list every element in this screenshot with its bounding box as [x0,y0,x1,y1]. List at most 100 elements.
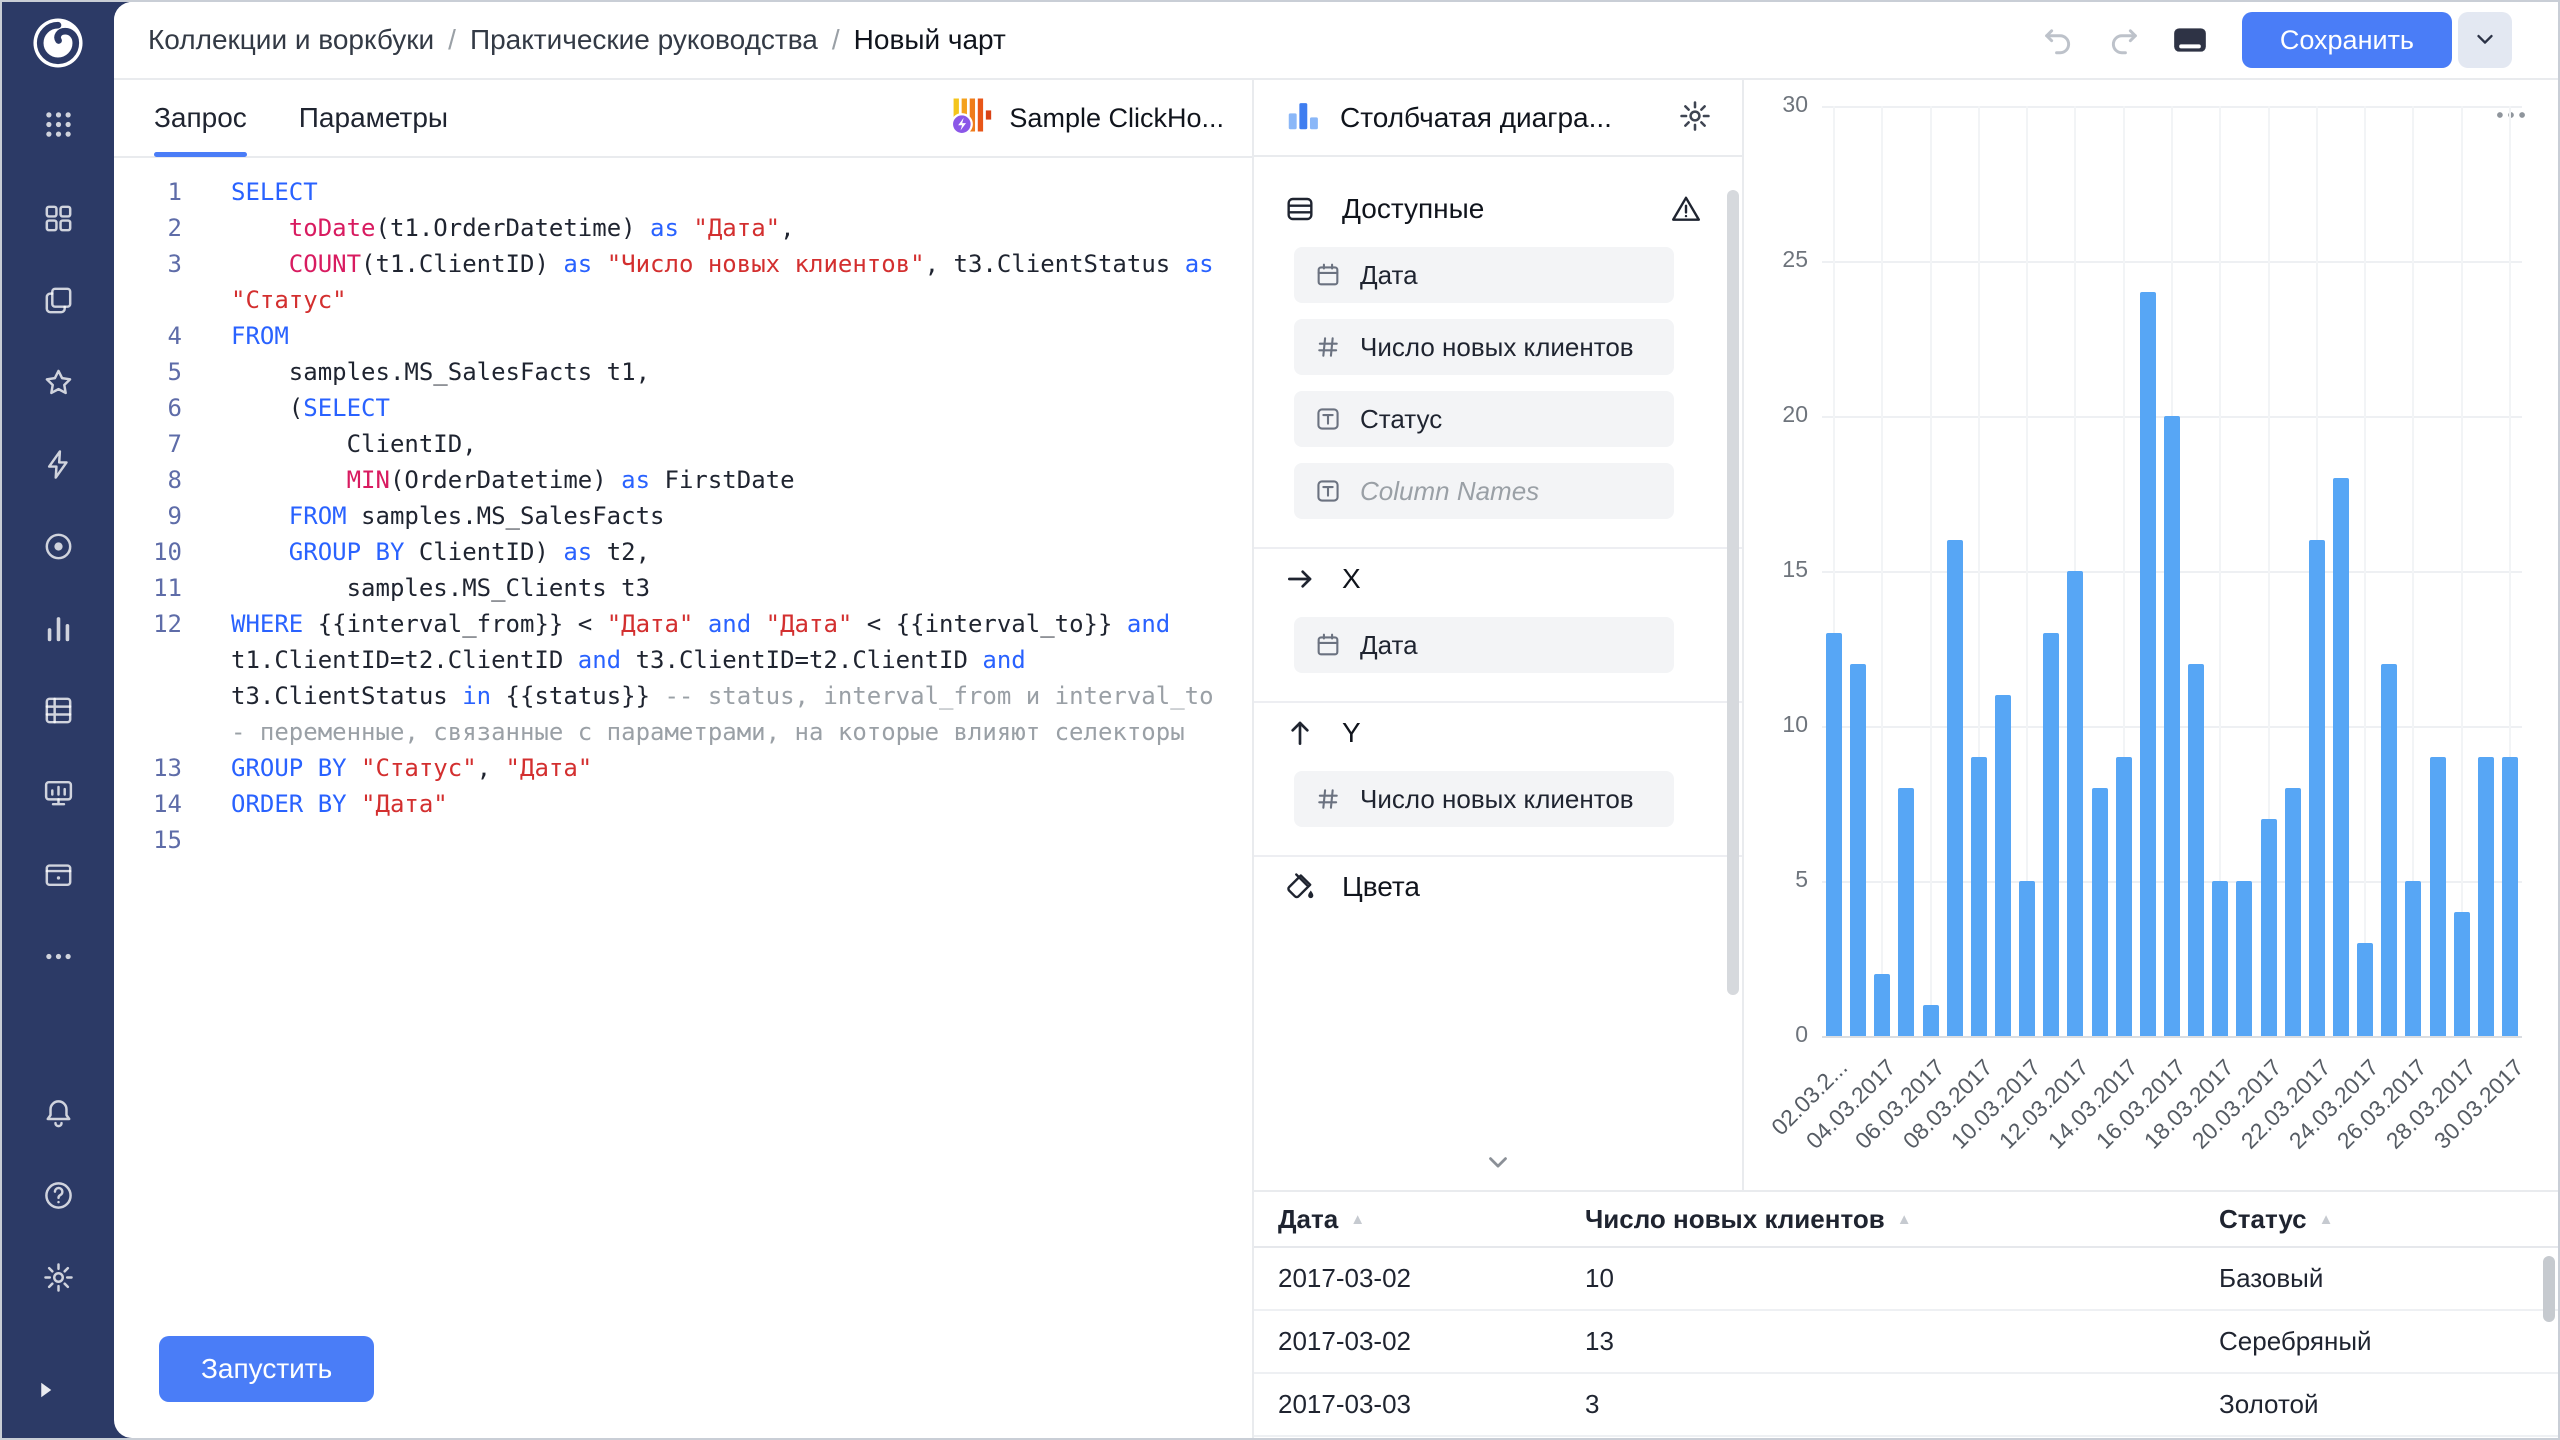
sidebar-item-notifications[interactable] [38,1093,78,1133]
field-chip[interactable]: Статус [1294,391,1674,447]
field-chip[interactable]: Дата [1294,247,1674,303]
code-token [1214,250,1228,278]
main-content: Коллекции и воркбуки / Практические руково… [114,2,2558,1438]
chart-bar[interactable] [2430,757,2446,1036]
tab-parameters[interactable]: Параметры [299,80,448,156]
chart-bar[interactable] [2357,943,2373,1036]
chart-bar[interactable] [2333,478,2349,1036]
chart-bar[interactable] [2236,881,2252,1036]
field-chip[interactable]: Число новых клиентов [1294,319,1674,375]
sidebar-item-charts[interactable] [38,608,78,648]
sidebar-item-settings[interactable] [38,1257,78,1297]
chart-plot[interactable] [1822,106,2522,1038]
column-header[interactable]: Статус▲ [2219,1204,2558,1235]
chart-bar[interactable] [2285,788,2301,1036]
chart-bar[interactable] [1995,695,2011,1036]
sort-icon[interactable]: ▲ [1350,1211,1365,1228]
breadcrumb: Коллекции и воркбуки / Практические руково… [148,24,1006,56]
sidebar-item-apps-grid[interactable] [38,104,78,144]
field-chip[interactable]: Число новых клиентов [1294,771,1674,827]
field-chip[interactable]: Дата [1294,617,1674,673]
chart-bar[interactable] [1923,1005,1939,1036]
monitoring-icon [42,776,75,809]
run-button[interactable]: Запустить [159,1336,374,1402]
chart-settings-button[interactable] [1678,99,1712,136]
chart-bar[interactable] [2019,881,2035,1036]
breadcrumb-separator: / [448,24,456,56]
code-token: t2, [592,538,650,566]
chart-bar[interactable] [2381,664,2397,1036]
table-cell: 2017-03-02 [1278,1326,1585,1357]
chart-bar[interactable] [2478,757,2494,1036]
sidebar-item-workbooks[interactable] [38,280,78,320]
chart-bar[interactable] [1898,788,1914,1036]
sidebar-item-favorites[interactable] [38,362,78,402]
y-tick-label: 10 [1748,711,1808,738]
sidebar [2,2,114,1438]
connection-selector[interactable]: Sample ClickHo... [949,93,1224,144]
tab-query[interactable]: Запрос [154,80,247,156]
table-row: 2017-03-033Золотой [1254,1374,2558,1437]
warning-icon[interactable] [1670,193,1702,225]
redo-icon[interactable] [2104,20,2144,60]
sidebar-item-more[interactable] [38,936,78,976]
chart-bar[interactable] [2116,757,2132,1036]
section-label: Доступные [1342,193,1484,225]
field-chip[interactable]: Column Names [1294,463,1674,519]
chart-bar[interactable] [2454,912,2470,1036]
sql-editor[interactable]: 1SELECT2 toDate(t1.OrderDatetime) as "Да… [114,158,1252,1438]
sidebar-expand-button[interactable] [2,1375,60,1408]
column-header[interactable]: Дата▲ [1278,1204,1585,1235]
chart-type-icon[interactable] [1284,96,1322,139]
sidebar-item-tables[interactable] [38,690,78,730]
bucket-icon [1284,871,1316,903]
fields-panel-header: Столбчатая диагра... [1254,80,1742,157]
chart-type-label[interactable]: Столбчатая диагра... [1340,102,1612,134]
chart-bar[interactable] [2043,633,2059,1036]
chart-bar[interactable] [1874,974,1890,1036]
sidebar-item-monitoring[interactable] [38,772,78,812]
chevron-down-icon [1483,1164,1513,1181]
sidebar-item-collections[interactable] [38,198,78,238]
save-button[interactable]: Сохранить [2242,12,2452,68]
fields-scrollbar[interactable] [1727,190,1739,995]
datalens-logo[interactable] [31,16,85,70]
panel-toggle-icon[interactable] [2170,20,2210,60]
chart-bar[interactable] [1850,664,1866,1036]
chart-bar[interactable] [2309,540,2325,1036]
sidebar-item-functions[interactable] [38,444,78,484]
sidebar-item-datasets[interactable] [38,526,78,566]
chart-bar[interactable] [2067,571,2083,1036]
chart-bar[interactable] [1947,540,1963,1036]
chart-bar[interactable] [2502,757,2518,1036]
sidebar-group-1 [38,198,78,976]
chart-bar[interactable] [1971,757,1987,1036]
sidebar-item-storage[interactable] [38,854,78,894]
chart-bar[interactable] [2092,788,2108,1036]
sort-icon[interactable]: ▲ [1897,1211,1912,1228]
chart-bar[interactable] [2164,416,2180,1036]
table-scrollbar[interactable] [2543,1256,2555,1322]
save-options-button[interactable] [2458,12,2512,68]
breadcrumb-item[interactable]: Коллекции и воркбуки [148,24,434,56]
y-tick-label: 25 [1748,246,1808,273]
chart-bar[interactable] [2212,881,2228,1036]
y-tick-label: 0 [1748,1021,1808,1048]
section-available: Доступные Дата Число новых клиентов Статус C… [1254,179,1742,549]
chart-bar[interactable] [1826,633,1842,1036]
sidebar-item-help[interactable] [38,1175,78,1215]
code-token: "Дата" [766,610,853,638]
sort-icon[interactable]: ▲ [2319,1211,2334,1228]
column-header[interactable]: Число новых клиентов▲ [1585,1204,2219,1235]
table-body: 2017-03-0210Базовый2017-03-0213Серебряны… [1254,1248,2558,1437]
chart-bar[interactable] [2188,664,2204,1036]
chart-bar[interactable] [2261,819,2277,1036]
chart-bar[interactable] [2405,881,2421,1036]
breadcrumb-item: Новый чарт [854,24,1006,56]
undo-icon[interactable] [2038,20,2078,60]
line-number: 14 [114,786,182,822]
breadcrumb-item[interactable]: Практические руководства [470,24,818,56]
fields-scroll-chevron[interactable] [1483,1147,1513,1182]
chart-bar[interactable] [2140,292,2156,1036]
preview-table: Дата▲Число новых клиентов▲Статус▲ 2017-0… [1254,1190,2558,1438]
